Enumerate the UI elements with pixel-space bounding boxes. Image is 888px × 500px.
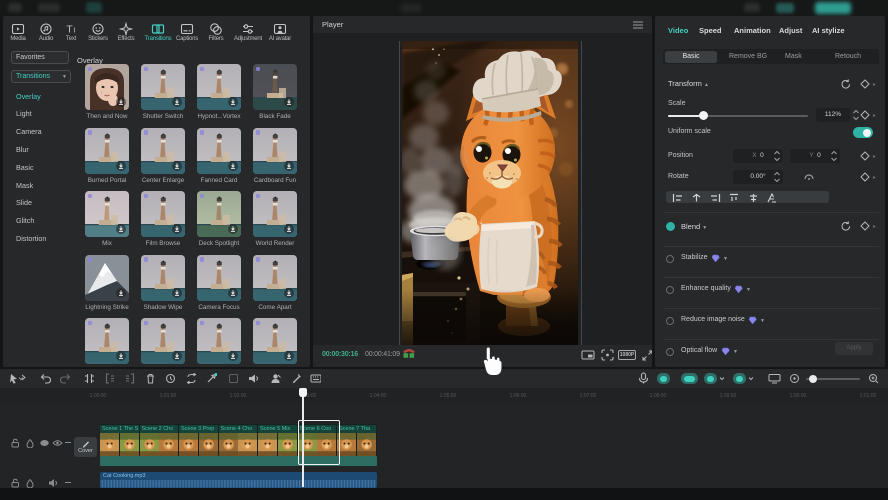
svg-text:I: I bbox=[73, 26, 75, 35]
svg-text:T: T bbox=[66, 25, 72, 36]
